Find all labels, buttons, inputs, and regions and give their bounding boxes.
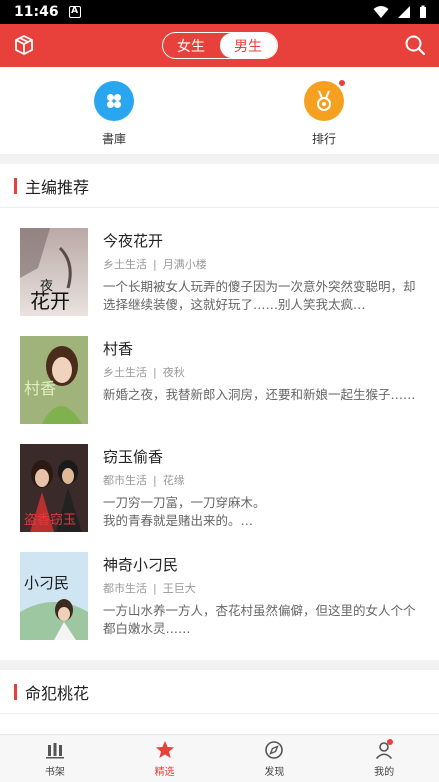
battery-icon <box>420 5 426 18</box>
book-cover[interactable]: 夜 花开 <box>20 228 88 316</box>
gift-box-icon[interactable] <box>12 33 36 57</box>
quick-link-ranking[interactable]: 排行 <box>284 79 364 147</box>
quick-link-label: 書庫 <box>101 132 126 146</box>
book-item[interactable]: 盗香窃玉 窃玉偷香 都市生活 | 花缘 一刀穷一刀富，一刀穿麻木。 我的青春就是赌出… <box>0 444 439 552</box>
tab-mine[interactable]: 我的 <box>329 735 439 782</box>
bookshelf-icon <box>45 742 64 758</box>
tab-label: 发现 <box>264 766 285 778</box>
top-app-bar: 女生 男生 <box>0 24 439 67</box>
book-item[interactable]: 小刁民 神奇小刁民 都市生活 | 王巨大 一方山水养一方人，杏花村虽然偏僻，但这里的… <box>0 552 439 660</box>
section-header: 主编推荐 <box>0 164 439 208</box>
book-description: 一刀穷一刀富，一刀穿麻木。 我的青春就是赌出来的。… <box>103 495 266 528</box>
tab-male[interactable]: 男生 <box>219 33 277 58</box>
book-meta: 乡土生活 | 月满小楼 <box>103 258 207 271</box>
tab-bookshelf[interactable]: 书架 <box>0 735 110 782</box>
book-category: 都市生活 <box>103 474 147 487</box>
compass-icon <box>265 740 284 759</box>
book-title: 神奇小刁民 <box>103 556 179 574</box>
quick-links: 書庫 排行 <box>0 67 439 154</box>
cover-title: 小刁民 <box>24 574 69 592</box>
svg-text:花开: 花开 <box>30 289 70 313</box>
book-meta: 都市生活 | 王巨大 <box>103 582 196 595</box>
tab-discover[interactable]: 发现 <box>220 735 330 782</box>
book-author: 月满小楼 <box>162 258 207 271</box>
book-category: 都市生活 <box>103 582 147 595</box>
section-title: 主编推荐 <box>25 177 90 197</box>
section-accent-bar <box>14 683 17 700</box>
section-accent-bar <box>14 177 17 194</box>
medal-icon <box>304 79 346 121</box>
cover-title: 村香 <box>24 379 56 398</box>
search-icon[interactable] <box>403 33 427 57</box>
book-description: 一个长期被女人玩弄的傻子因为一次意外突然变聪明，却选择继续装傻，这就好玩了……别… <box>103 279 416 312</box>
gender-toggle: 女生 男生 <box>161 32 278 59</box>
featured-star-icon <box>155 740 174 758</box>
notification-a-icon: A <box>68 6 81 18</box>
cellular-signal-icon <box>398 6 410 18</box>
tab-female[interactable]: 女生 <box>163 33 220 58</box>
book-author: 王巨大 <box>162 582 196 595</box>
tab-featured[interactable]: 精选 <box>110 735 220 782</box>
book-cover[interactable]: 小刁民 <box>20 552 88 640</box>
book-description: 一方山水养一方人，杏花村虽然偏僻，但这里的女人个个都白嫩水灵…… <box>103 603 416 636</box>
tab-label: 精选 <box>154 766 175 778</box>
book-cover[interactable]: 村香 <box>20 336 88 424</box>
section-title: 命犯桃花 <box>25 683 90 703</box>
book-meta: 都市生活 | 花缘 <box>103 474 185 487</box>
book-category: 乡土生活 <box>103 366 147 379</box>
status-bar: 11:46 A <box>0 0 439 24</box>
book-title: 窃玉偷香 <box>103 448 164 466</box>
quick-link-library[interactable]: 書庫 <box>74 81 154 147</box>
bottom-tab-bar: 书架 精选 发现 我的 <box>0 734 439 782</box>
tab-label: 书架 <box>44 766 65 778</box>
cover-title: 盗香窃玉 <box>24 512 76 528</box>
book-cover[interactable]: 盗香窃玉 <box>20 444 88 532</box>
book-title: 今夜花开 <box>103 232 164 250</box>
wifi-icon <box>373 6 389 18</box>
library-icon <box>94 81 134 121</box>
notification-dot <box>338 79 346 87</box>
book-description: 新婚之夜，我替新郎入洞房，还要和新娘一起生猴子…… <box>103 387 416 402</box>
book-meta: 乡土生活 | 夜秋 <box>103 366 185 379</box>
book-title: 村香 <box>103 340 134 358</box>
section-header: 命犯桃花 <box>0 670 439 714</box>
book-category: 乡土生活 <box>103 258 147 271</box>
book-item[interactable]: 村香 村香 乡土生活 | 夜秋 新婚之夜，我替新郎入洞房，还要和新娘一起生猴子…… <box>0 336 439 444</box>
book-author: 花缘 <box>162 474 185 487</box>
editor-picks-section: 主编推荐 夜 花开 今夜花开 乡土生活 | 月满小楼 一个长期被女人玩弄的傻子因为一… <box>0 164 439 660</box>
book-item[interactable]: 夜 花开 今夜花开 乡土生活 | 月满小楼 一个长期被女人玩弄的傻子因为一次意外突然… <box>0 228 439 336</box>
tab-label: 我的 <box>374 766 395 778</box>
peach-blossom-section: 命犯桃花 <box>0 670 439 734</box>
quick-link-label: 排行 <box>311 132 336 146</box>
book-author: 夜秋 <box>162 366 185 379</box>
status-time: 11:46 <box>14 4 59 20</box>
